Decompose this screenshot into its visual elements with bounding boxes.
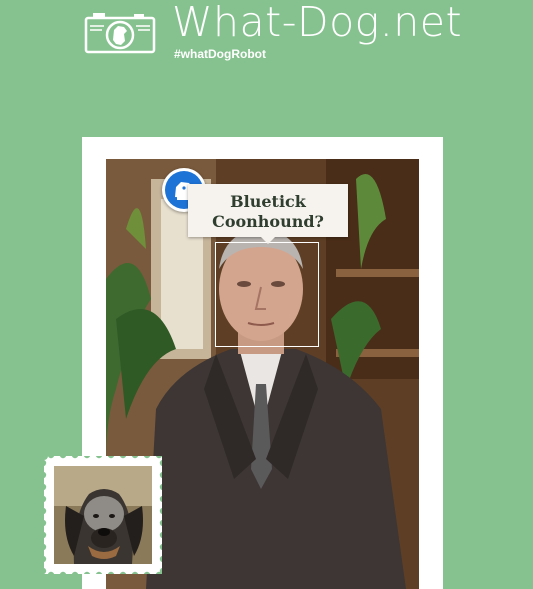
bubble-pointer (261, 237, 275, 244)
face-detection-box (215, 242, 319, 347)
site-title: What-Dog.net (172, 0, 463, 46)
camera-dog-icon (84, 13, 156, 54)
site-hashtag: #whatDogRobot (174, 47, 266, 61)
breed-stamp-photo (44, 456, 162, 574)
breed-guess-bubble: Bluetick Coonhound? (188, 184, 348, 244)
breed-name-line1: Bluetick (230, 192, 306, 211)
breed-name-line2: Coonhound? (212, 212, 324, 231)
